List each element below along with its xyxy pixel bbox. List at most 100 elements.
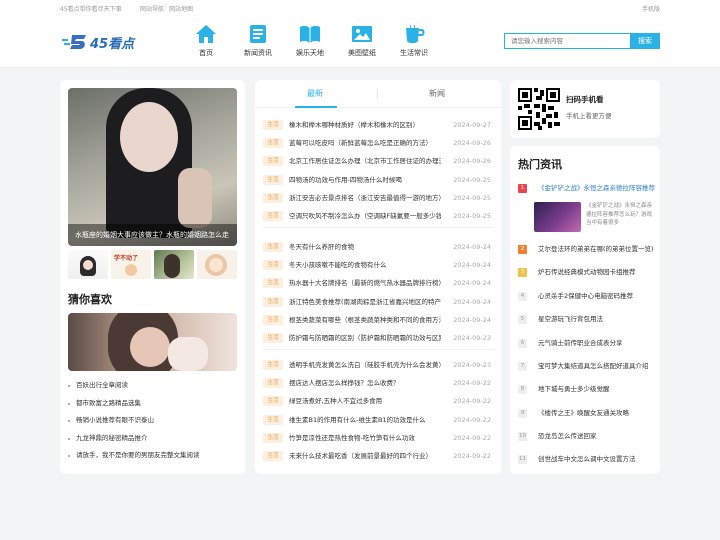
site-nav-link[interactable]: 网站导航	[140, 4, 164, 13]
news-row[interactable]: 生活 四物汤的功效与作用-四物汤什么时候喝 2024-09-25	[263, 171, 497, 189]
thumbnail-3[interactable]	[154, 250, 194, 279]
hot-news-title[interactable]: 炉石传说经典模式动物园卡组推荐	[538, 267, 658, 278]
thumbnail-1[interactable]	[68, 250, 108, 279]
nav-entertainment[interactable]: 娱乐天地	[290, 24, 330, 58]
news-title[interactable]: 根茎类蔬菜有哪些（根茎类蔬菜种类和不同的食用方法）	[289, 315, 441, 326]
nav-life-tips[interactable]: 生活常识	[394, 24, 434, 58]
news-row[interactable]: 生活 热水器十大名牌排名（最新的燃气热水器品牌排行榜） 2024-09-24	[263, 274, 497, 292]
hot-news-item[interactable]: 1 《金铲铲之战》永恒之森亲德拉阵容推荐	[518, 183, 660, 197]
news-title[interactable]: 未来什么技术最吃香（发展前景最好的四个行业）	[289, 451, 441, 462]
news-row[interactable]: 生活 防护霜与防晒霜的区别（防护霜和防晒霜的功效与区别） 2024-09-23	[263, 329, 497, 347]
news-row[interactable]: 生活 绿豆汤煮好,五种人不宜过多食用 2024-09-22	[263, 392, 497, 410]
news-title[interactable]: 浙江安吉必去景点排名（浙江安吉最值得一游的地方）	[289, 193, 441, 204]
search-button[interactable]: 搜索	[630, 33, 660, 49]
list-item[interactable]: 请放手，我不是你要的男朋友完整文集阅读	[68, 447, 237, 465]
news-row[interactable]: 生活 浙江安吉必去景点排名（浙江安吉最值得一游的地方） 2024-09-25	[263, 189, 497, 207]
site-map-link[interactable]: 网站地图	[169, 4, 193, 13]
news-row[interactable]: 生活 冬天小孩咳嗽不能吃的食物有什么 2024-09-24	[263, 256, 497, 274]
news-tag[interactable]: 生活	[263, 360, 283, 370]
hot-featured-image[interactable]	[534, 202, 581, 232]
nav-news[interactable]: 新闻资讯	[238, 24, 278, 58]
news-row[interactable]: 生活北京工作居住证怎么办理（北京市工作居住证的办理流程） 2024-09-26	[263, 152, 497, 170]
hot-news-title[interactable]: 恐龙岛怎么传送回家	[538, 431, 658, 442]
hot-news-title[interactable]: 心灵杀手2保健中心电脑密码推荐	[538, 291, 658, 302]
hot-news-title[interactable]: 星空游玩飞行背包用法	[538, 314, 658, 325]
news-title[interactable]: 维生素B1的作用有什么-维生素B1的功效是什么	[289, 415, 441, 426]
hot-news-title[interactable]: 元气骑士前传职业合成表分享	[538, 338, 658, 349]
news-tag[interactable]: 生活	[263, 396, 283, 407]
tab-latest[interactable]: 最新	[307, 88, 323, 99]
news-row[interactable]: 生活 空调只吹风不制冷怎么办（空调缺F缺氟要一般多少钱） 2024-09-25	[263, 207, 497, 225]
hot-news-title[interactable]: 艾尔登法环的弟弟在哪(的弟弟位置一览)	[538, 244, 658, 255]
news-tag[interactable]: 生活	[263, 120, 283, 130]
news-row[interactable]: 生活 橡木和榉木哪种材质好（榉木和橡木的区别） 2024-09-27	[263, 116, 497, 134]
guess-you-like-photo[interactable]	[68, 313, 237, 371]
news-title[interactable]: 绿豆汤煮好,五种人不宜过多食用	[289, 396, 441, 407]
news-tag[interactable]: 生活	[263, 314, 283, 325]
news-tag[interactable]: 生活	[263, 432, 283, 443]
news-tag[interactable]: 生活	[263, 278, 283, 289]
news-tag[interactable]: 生活	[263, 414, 283, 425]
news-tag[interactable]: 生活	[263, 260, 283, 271]
hot-news-item[interactable]: 4 心灵杀手2保健中心电脑密码推荐	[518, 291, 660, 305]
news-row[interactable]: 生活 根茎类蔬菜有哪些（根茎类蔬菜种类和不同的食用方法） 2024-09-24	[263, 311, 497, 329]
news-title[interactable]: 空调只吹风不制冷怎么办（空调缺F缺氟要一般多少钱）	[289, 211, 441, 222]
site-logo[interactable]: 45看点	[62, 30, 134, 54]
nav-home[interactable]: 首页	[186, 24, 226, 58]
hot-news-title[interactable]: 《楼传之王》唤醒女友通关攻略	[538, 408, 658, 419]
list-item[interactable]: 九龙神鼎的秘密精品推介	[68, 430, 237, 448]
news-title[interactable]: 北京工作居住证怎么办理（北京市工作居住证的办理流程）	[289, 156, 441, 167]
thumbnail-4[interactable]	[197, 250, 237, 279]
news-tag[interactable]: 生活	[263, 451, 283, 461]
news-title[interactable]: 冬天小孩咳嗽不能吃的食物有什么	[289, 260, 441, 271]
news-tag[interactable]: 生活	[263, 211, 283, 221]
news-title[interactable]: 浙江特色美食推荐(南湖肉粽是浙江省嘉兴地区的特产)	[289, 297, 441, 308]
hot-news-item[interactable]: 5 星空游玩飞行背包用法	[518, 314, 660, 328]
hot-news-item[interactable]: 11 创世战车中文怎么调中文设置方法	[518, 454, 660, 468]
news-row[interactable]: 生活 蓝莓可以吃皮吗（新鲜蓝莓怎么吃是正确的方法） 2024-09-26	[263, 134, 497, 152]
featured-banner[interactable]: 水瓶座的婚姻大事应该做主？水瓶的婚姻路怎么走	[68, 88, 237, 246]
hot-news-title[interactable]: 地下城与勇士多少级觉醒	[538, 384, 658, 395]
news-tag[interactable]: 生活	[263, 333, 283, 343]
hot-news-item[interactable]: 7 宝可梦大集结道具怎么搭配好道具介绍	[518, 361, 660, 375]
news-title[interactable]: 防护霜与防晒霜的区别（防护霜和防晒霜的功效与区别）	[289, 333, 441, 344]
news-tag[interactable]: 生活	[263, 138, 283, 149]
news-title[interactable]: 竹笋是凉性还是热性食物-吃竹笋有什么功效	[289, 433, 441, 444]
news-row[interactable]: 生活 透明手机壳发黄怎么洗白（硅胶手机壳为什么会发黄） 2024-09-23	[263, 356, 497, 374]
hot-news-item[interactable]: 2 艾尔登法环的弟弟在哪(的弟弟位置一览)	[518, 244, 660, 258]
hot-news-title[interactable]: 宝可梦大集结道具怎么搭配好道具介绍	[538, 361, 658, 372]
hot-news-item[interactable]: 10 恐龙岛怎么传送回家	[518, 431, 660, 445]
news-tag[interactable]: 生活	[263, 242, 283, 252]
list-item[interactable]: 都市致富之路精品选集	[68, 395, 237, 413]
news-title[interactable]: 冬天有什么养肝的食物	[289, 242, 441, 253]
news-title[interactable]: 透明手机壳发黄怎么洗白（硅胶手机壳为什么会发黄）	[289, 360, 441, 371]
hot-news-title[interactable]: 《金铲铲之战》永恒之森亲德拉阵容推荐	[538, 183, 658, 194]
news-row[interactable]: 生活 维生素B1的作用有什么-维生素B1的功效是什么 2024-09-22	[263, 411, 497, 429]
news-row[interactable]: 生活 竹笋是凉性还是热性食物-吃竹笋有什么功效 2024-09-22	[263, 429, 497, 447]
news-title[interactable]: 热水器十大名牌排名（最新的燃气热水器品牌排行榜）	[289, 278, 441, 289]
hot-news-item[interactable]: 8 地下城与勇士多少级觉醒	[518, 384, 660, 398]
news-row[interactable]: 生活 浙江特色美食推荐(南湖肉粽是浙江省嘉兴地区的特产) 2024-09-24	[263, 293, 497, 311]
mobile-version-link[interactable]: 手机版	[642, 4, 660, 13]
news-title[interactable]: 摆店达人摆店怎么样挣钱？怎么收费？	[289, 378, 441, 389]
news-row[interactable]: 生活 摆店达人摆店怎么样挣钱？怎么收费？ 2024-09-22	[263, 374, 497, 392]
news-tag[interactable]: 生活	[263, 174, 283, 185]
hot-news-item[interactable]: 3 炉石传说经典模式动物园卡组推荐	[518, 267, 660, 281]
news-tag[interactable]: 生活	[263, 378, 283, 389]
hot-news-item[interactable]: 9 《楼传之王》唤醒女友通关攻略	[518, 408, 660, 422]
search-input[interactable]	[504, 33, 630, 49]
hot-featured[interactable]: 《金铲铲之战》永恒之森亲德拉阵容推荐怎么玩？游戏当中有着很多	[534, 200, 654, 234]
thumbnail-2[interactable]: 学不动了	[111, 250, 151, 279]
news-tag[interactable]: 生活	[263, 192, 283, 203]
list-item[interactable]: 百妖出行全章阅读	[68, 377, 237, 395]
news-row[interactable]: 生活 冬天有什么养肝的食物 2024-09-24	[263, 238, 497, 256]
news-tag[interactable]: 生活	[263, 296, 283, 307]
news-title[interactable]: 四物汤的功效与作用-四物汤什么时候喝	[289, 175, 441, 186]
nav-wallpaper[interactable]: 美图壁纸	[342, 24, 382, 58]
news-title[interactable]: 蓝莓可以吃皮吗（新鲜蓝莓怎么吃是正确的方法）	[289, 138, 441, 149]
hot-news-title[interactable]: 创世战车中文怎么调中文设置方法	[538, 454, 658, 465]
hot-news-item[interactable]: 6 元气骑士前传职业合成表分享	[518, 338, 660, 352]
list-item[interactable]: 畅销小说推荐有眼不识泰山	[68, 412, 237, 430]
news-tag[interactable]: 生活	[263, 156, 283, 167]
news-title[interactable]: 橡木和榉木哪种材质好（榉木和橡木的区别）	[289, 120, 441, 131]
